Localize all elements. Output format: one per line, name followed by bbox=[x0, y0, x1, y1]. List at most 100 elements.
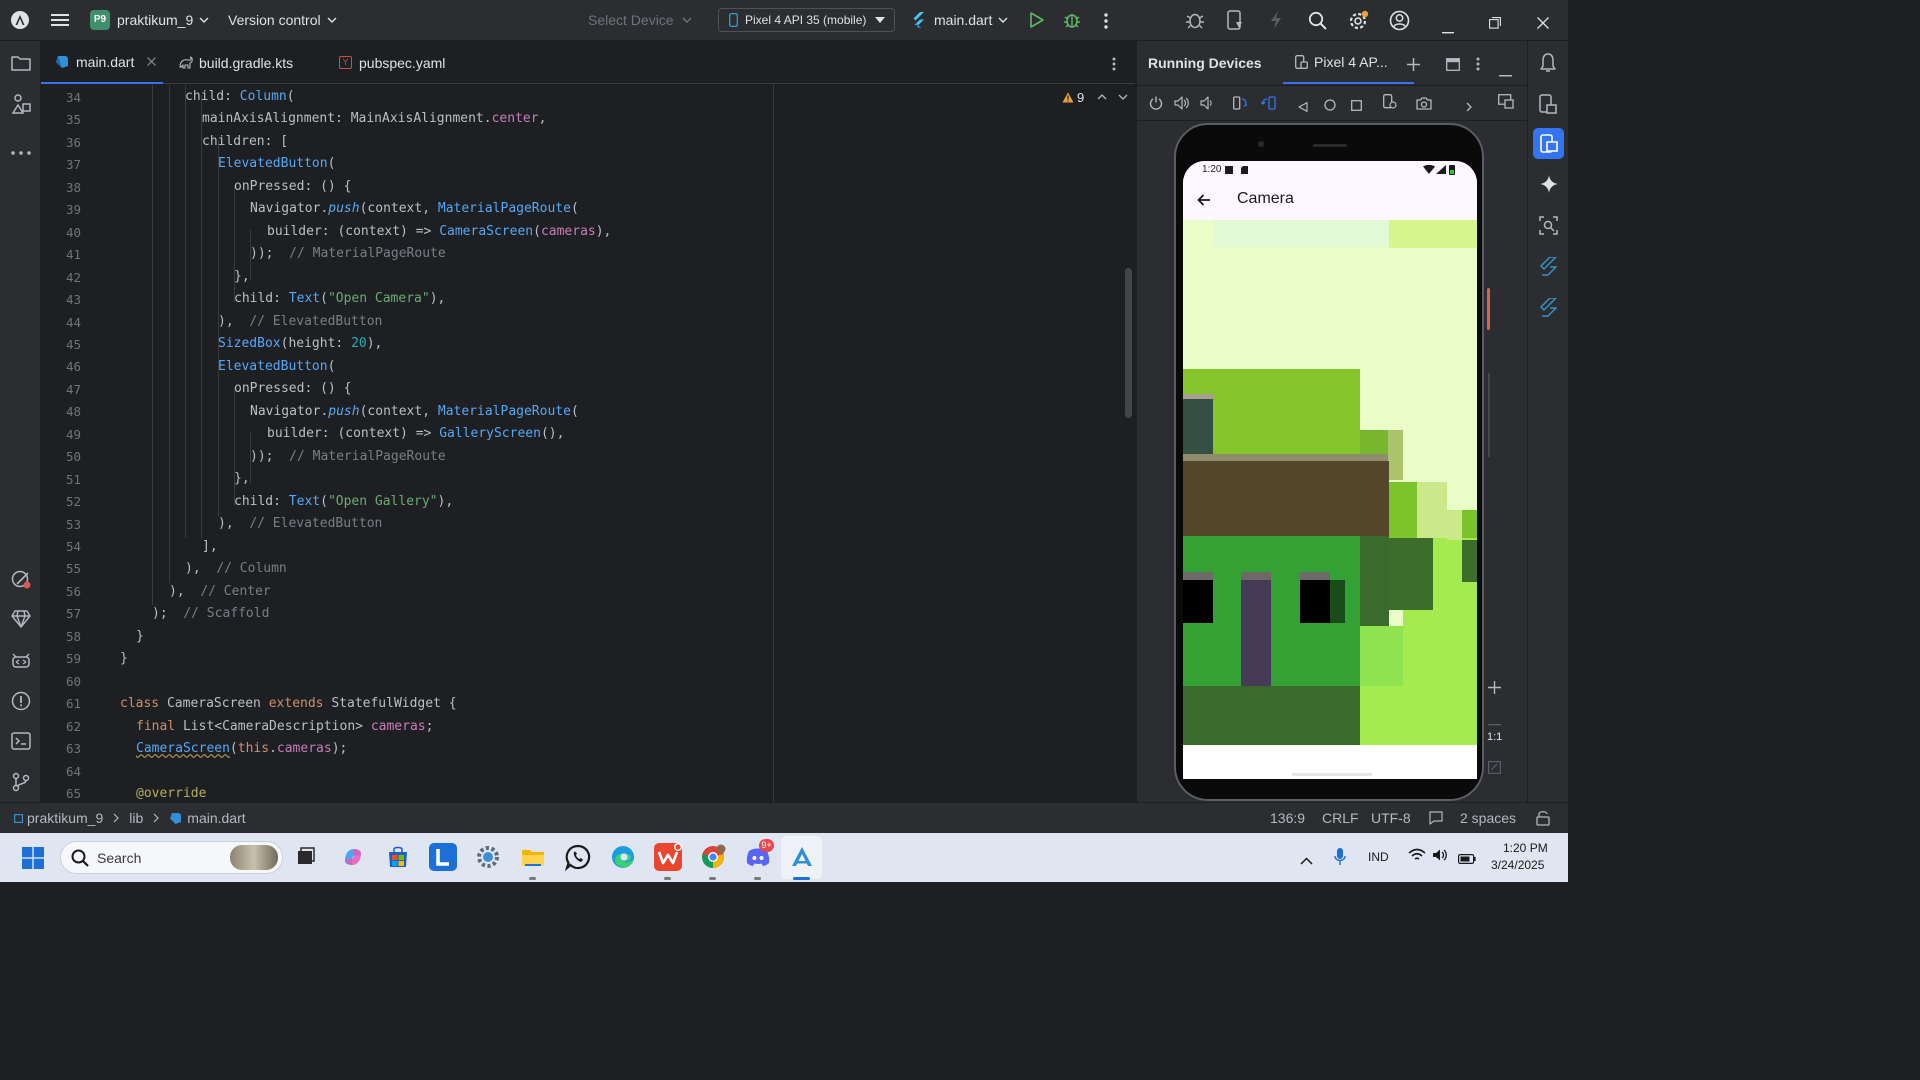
discord-icon[interactable]: 9+ bbox=[744, 839, 774, 871]
line-number: 57 bbox=[65, 606, 81, 622]
file-encoding[interactable]: UTF-8 bbox=[1371, 810, 1411, 826]
flutter-inspector-icon[interactable] bbox=[11, 569, 31, 593]
mirror-window-icon[interactable] bbox=[1498, 94, 1514, 113]
wps-office-icon[interactable] bbox=[654, 843, 682, 871]
account-icon[interactable] bbox=[1389, 10, 1410, 35]
close-tab-icon[interactable] bbox=[147, 57, 157, 66]
run-icon[interactable] bbox=[1030, 12, 1044, 32]
gemini-icon[interactable] bbox=[1540, 175, 1558, 197]
android-studio-logo-icon[interactable] bbox=[11, 11, 29, 29]
device-dropdown[interactable]: Pixel 4 API 35 (mobile) bbox=[718, 8, 895, 32]
home-icon[interactable] bbox=[1324, 96, 1336, 115]
zoom-in-icon[interactable] bbox=[1488, 679, 1501, 698]
tab-pubspec[interactable]: Y pubspec.yaml bbox=[339, 41, 469, 84]
volume-tray-icon[interactable] bbox=[1432, 848, 1448, 867]
close-window-icon[interactable] bbox=[1537, 14, 1549, 33]
chevron-right-icon bbox=[153, 813, 160, 823]
back-icon[interactable] bbox=[1298, 97, 1308, 116]
chrome-icon[interactable] bbox=[699, 843, 727, 871]
back-arrow-icon[interactable] bbox=[1197, 194, 1211, 206]
read-only-icon[interactable] bbox=[1536, 810, 1550, 829]
structure-icon[interactable] bbox=[11, 94, 31, 118]
tab-build-gradle[interactable]: build.gradle.kts bbox=[178, 41, 328, 84]
panel-options-icon[interactable] bbox=[1476, 56, 1480, 75]
flutter-outline-icon[interactable] bbox=[1539, 297, 1558, 322]
wifi-tray-icon[interactable] bbox=[1408, 848, 1426, 867]
caret-position[interactable]: 136:9 bbox=[1270, 810, 1305, 826]
screenshot-icon[interactable] bbox=[1416, 95, 1432, 114]
tab-options-icon[interactable] bbox=[1112, 56, 1116, 75]
apply-changes-icon[interactable] bbox=[1269, 10, 1283, 34]
copilot-icon[interactable] bbox=[339, 843, 367, 871]
breadcrumb-file[interactable]: main.dart bbox=[187, 810, 245, 826]
edge-icon[interactable] bbox=[609, 843, 637, 871]
more-actions-icon[interactable] bbox=[1104, 13, 1108, 33]
notifications-icon[interactable] bbox=[1539, 53, 1557, 77]
debug-icon[interactable] bbox=[1063, 11, 1081, 33]
battery-tray-icon[interactable] bbox=[1458, 851, 1476, 869]
add-device-icon[interactable] bbox=[1407, 56, 1420, 75]
minimize-window-icon[interactable] bbox=[1442, 19, 1454, 38]
device-file-explorer-icon[interactable] bbox=[1539, 94, 1557, 118]
gem-icon[interactable] bbox=[11, 610, 31, 632]
microphone-icon[interactable] bbox=[1334, 847, 1346, 872]
device-settings-icon[interactable] bbox=[1383, 94, 1397, 114]
taskbar-search-box[interactable]: Search bbox=[60, 841, 283, 874]
line-number: 50 bbox=[65, 449, 81, 465]
task-view-icon[interactable] bbox=[292, 843, 320, 871]
volume-down-icon[interactable] bbox=[1200, 95, 1214, 114]
breadcrumb-project[interactable]: praktikum_9 bbox=[27, 810, 103, 826]
indent-setting[interactable]: 2 spaces bbox=[1460, 810, 1516, 826]
tab-main-dart[interactable]: main.dart bbox=[41, 41, 163, 84]
input-language[interactable]: IND bbox=[1368, 850, 1389, 864]
microsoft-store-icon[interactable] bbox=[384, 843, 412, 871]
phone-screen[interactable]: 1:20 Camera bbox=[1183, 161, 1477, 765]
l-app-icon[interactable] bbox=[429, 843, 457, 871]
settings-app-icon[interactable] bbox=[474, 843, 502, 871]
clock-time[interactable]: 1:20 PM bbox=[1503, 841, 1548, 855]
git-branch-icon[interactable] bbox=[12, 772, 30, 796]
version-control-menu[interactable]: Version control bbox=[228, 9, 337, 31]
rotate-right-icon[interactable] bbox=[1260, 95, 1277, 114]
zoom-actual-size[interactable]: 1:1 bbox=[1487, 731, 1502, 743]
project-folder-icon[interactable] bbox=[11, 55, 31, 75]
attach-debugger-icon[interactable] bbox=[1184, 10, 1206, 34]
more-tool-windows-icon[interactable] bbox=[11, 140, 31, 159]
run-config-selector[interactable]: main.dart bbox=[912, 9, 1008, 31]
layout-inspector-icon[interactable] bbox=[1539, 216, 1558, 239]
device-manager-icon[interactable] bbox=[1227, 10, 1243, 34]
flutter-performance-icon[interactable] bbox=[1539, 256, 1558, 281]
whatsapp-icon[interactable] bbox=[564, 843, 592, 872]
panel-scrollbar[interactable] bbox=[1488, 373, 1490, 457]
main-menu-icon[interactable] bbox=[51, 12, 69, 28]
zoom-out-icon[interactable] bbox=[1488, 711, 1501, 730]
line-separator[interactable]: CRLF bbox=[1322, 810, 1359, 826]
running-devices-icon[interactable] bbox=[1533, 128, 1564, 159]
rotate-left-icon[interactable] bbox=[1233, 95, 1249, 114]
comment-icon[interactable] bbox=[1429, 811, 1443, 828]
search-icon[interactable] bbox=[1308, 11, 1327, 34]
select-device-dropdown[interactable]: Select Device bbox=[588, 9, 692, 31]
file-explorer-icon[interactable] bbox=[519, 843, 547, 871]
show-hidden-icons-icon[interactable] bbox=[1300, 852, 1313, 870]
zoom-fit-icon[interactable] bbox=[1488, 759, 1502, 778]
restore-window-icon[interactable] bbox=[1489, 14, 1501, 33]
code-area[interactable]: 34 35 36 37 38 39 40 41 42 43 44 45 46 47 48 49 50 51 52 53… bbox=[41, 85, 1135, 802]
terminal-icon[interactable] bbox=[11, 732, 31, 754]
project-selector[interactable]: P9 praktikum_9 bbox=[90, 9, 209, 31]
gesture-handle[interactable] bbox=[1292, 773, 1372, 776]
android-studio-taskbar-icon[interactable] bbox=[788, 843, 816, 871]
logcat-icon[interactable] bbox=[11, 651, 31, 673]
view-mode-icon[interactable] bbox=[1446, 56, 1460, 75]
settings-icon[interactable] bbox=[1348, 10, 1369, 35]
clock-date[interactable]: 3/24/2025 bbox=[1491, 858, 1544, 872]
overview-icon[interactable] bbox=[1351, 96, 1362, 115]
problems-icon[interactable] bbox=[11, 691, 31, 715]
expand-toolbar-icon[interactable] bbox=[1466, 97, 1472, 116]
hide-panel-icon[interactable] bbox=[1499, 62, 1512, 81]
device-tab[interactable]: Pixel 4 AP... bbox=[1283, 41, 1414, 84]
windows-start-icon[interactable] bbox=[22, 847, 44, 874]
power-icon[interactable] bbox=[1149, 95, 1163, 114]
volume-up-icon[interactable] bbox=[1174, 95, 1190, 114]
breadcrumb-dir[interactable]: lib bbox=[129, 810, 143, 826]
